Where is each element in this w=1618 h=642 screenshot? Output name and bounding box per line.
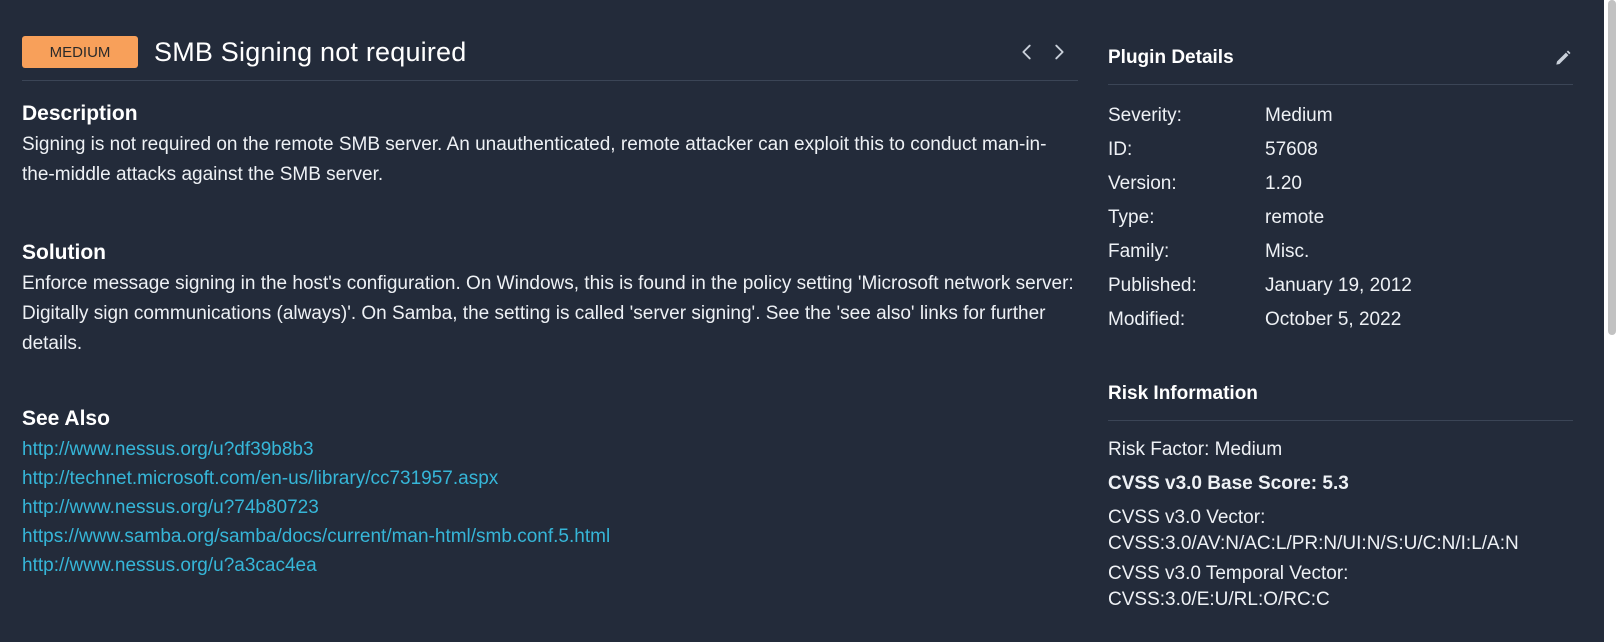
detail-label: Type: <box>1108 207 1155 228</box>
solution-text: Enforce message signing in the host's co… <box>22 273 1074 354</box>
cvss-temporal-block: CVSS v3.0 Temporal Vector: CVSS:3.0/E:U/… <box>1108 561 1573 613</box>
detail-value: 1.20 <box>1265 173 1302 194</box>
detail-value: 57608 <box>1265 139 1318 160</box>
detail-value: Medium <box>1265 105 1333 126</box>
detail-row-version: Version: 1.20 <box>1108 167 1573 201</box>
detail-label: ID: <box>1108 139 1133 160</box>
detail-label: Version: <box>1108 173 1177 194</box>
detail-value: January 19, 2012 <box>1265 275 1412 296</box>
see-also-section: See Also http://www.nessus.org/u?df39b8b… <box>22 407 1078 580</box>
detail-label: Modified: <box>1108 309 1186 330</box>
detail-label: Family: <box>1108 241 1170 262</box>
page-title: SMB Signing not required <box>154 36 467 67</box>
detail-value: October 5, 2022 <box>1265 309 1402 330</box>
risk-information-header: Risk Information <box>1108 380 1573 421</box>
description-section: Description Signing is not required on t… <box>22 102 1078 190</box>
see-also-link[interactable]: http://www.nessus.org/u?df39b8b3 <box>22 435 1078 464</box>
see-also-link[interactable]: https://www.samba.org/samba/docs/current… <box>22 522 1078 551</box>
detail-row-id: ID: 57608 <box>1108 133 1573 167</box>
risk-information-body: Risk Factor: Medium CVSS v3.0 Base Score… <box>1108 433 1573 613</box>
detail-row-severity: Severity: Medium <box>1108 99 1573 133</box>
cvss-temporal-value: CVSS:3.0/E:U/RL:O/RC:C <box>1108 589 1330 610</box>
title-row: MEDIUM SMB Signing not required <box>22 36 1078 81</box>
pencil-icon[interactable] <box>1553 48 1573 68</box>
detail-label: Published: <box>1108 275 1197 296</box>
chevron-right-icon[interactable] <box>1048 41 1070 63</box>
plugin-detail-page: MEDIUM SMB Signing not required Descript… <box>0 0 1618 642</box>
solution-section: Solution Enforce message signing in the … <box>22 241 1078 359</box>
cvss-base-score: CVSS v3.0 Base Score: 5.3 <box>1108 473 1349 494</box>
chevron-left-icon[interactable] <box>1016 41 1038 63</box>
see-also-heading: See Also <box>22 407 110 430</box>
see-also-links: http://www.nessus.org/u?df39b8b3 http://… <box>22 435 1078 580</box>
scrollbar-thumb[interactable] <box>1608 0 1616 335</box>
detail-value: remote <box>1265 207 1325 228</box>
description-heading: Description <box>22 102 138 125</box>
detail-row-modified: Modified: October 5, 2022 <box>1108 303 1573 337</box>
cvss-vector-block: CVSS v3.0 Vector: CVSS:3.0/AV:N/AC:L/PR:… <box>1108 505 1573 557</box>
cvss-vector-value: CVSS:3.0/AV:N/AC:L/PR:N/UI:N/S:U/C:N/I:L… <box>1108 533 1519 554</box>
see-also-link[interactable]: http://www.nessus.org/u?74b80723 <box>22 493 1078 522</box>
plugin-details-heading: Plugin Details <box>1108 47 1234 68</box>
description-text: Signing is not required on the remote SM… <box>22 134 1047 185</box>
detail-row-published: Published: January 19, 2012 <box>1108 269 1573 303</box>
cvss-vector-label: CVSS v3.0 Vector: <box>1108 507 1266 528</box>
vulnerability-main-panel: MEDIUM SMB Signing not required Descript… <box>22 36 1078 576</box>
plugin-details-header: Plugin Details <box>1108 44 1573 85</box>
detail-row-family: Family: Misc. <box>1108 235 1573 269</box>
detail-row-type: Type: remote <box>1108 201 1573 235</box>
see-also-link[interactable]: http://technet.microsoft.com/en-us/libra… <box>22 464 1078 493</box>
cvss-temporal-label: CVSS v3.0 Temporal Vector: <box>1108 563 1349 584</box>
plugin-details-list: Severity: Medium ID: 57608 Version: 1.20… <box>1108 99 1573 337</box>
detail-label: Severity: <box>1108 105 1182 126</box>
solution-heading: Solution <box>22 241 106 264</box>
page-scrollbar[interactable] <box>1604 0 1618 642</box>
risk-information-panel: Risk Information Risk Factor: Medium CVS… <box>1108 380 1573 613</box>
risk-information-heading: Risk Information <box>1108 383 1258 404</box>
severity-badge: MEDIUM <box>22 36 138 68</box>
risk-factor: Risk Factor: Medium <box>1108 439 1283 460</box>
plugin-details-panel: Plugin Details Severity: Medium ID: 5760… <box>1108 44 1573 337</box>
detail-value: Misc. <box>1265 241 1310 262</box>
pagination-nav <box>1016 41 1070 63</box>
see-also-link[interactable]: http://www.nessus.org/u?a3cac4ea <box>22 551 1078 580</box>
